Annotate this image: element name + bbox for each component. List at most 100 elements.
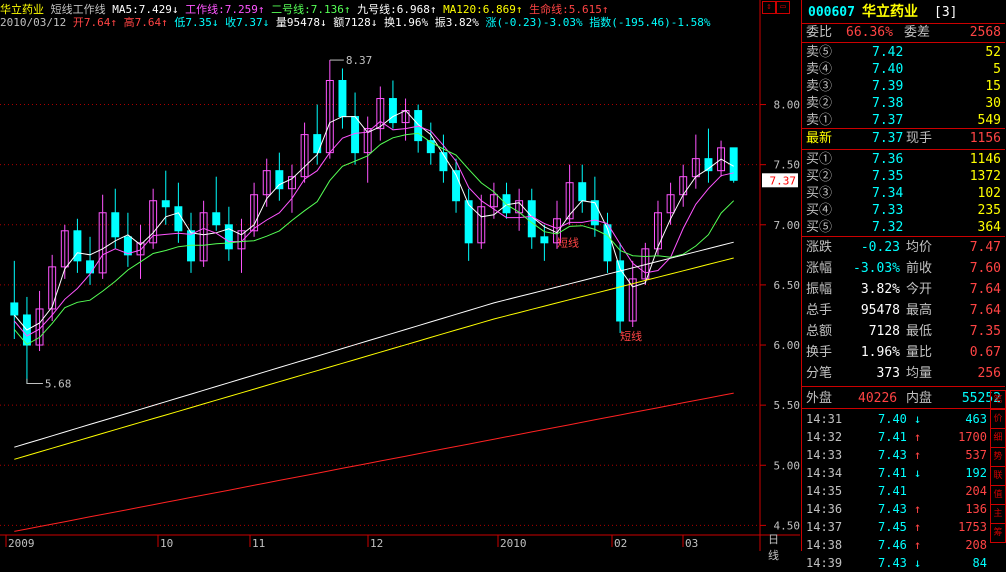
quote-panel: 000607 华立药业 [3] 委比 66.36% 委差 2568 卖⑤ 7.42… — [801, 0, 1006, 570]
outer-inner-row: 外盘 40226 内盘 55252 — [806, 391, 1001, 406]
tick-price: 7.41 — [878, 430, 907, 444]
arrow-down-icon: ↓ — [914, 556, 922, 570]
stat-label: 分笔 — [806, 366, 833, 381]
arrow-up-icon: ↑ — [914, 538, 922, 552]
side-button[interactable]: 细 — [990, 428, 1006, 448]
tick-row: 14:31 7.40 ↓ 463 — [802, 410, 1005, 428]
tick-volume: 204 — [965, 484, 987, 498]
x-tick-label: 11 — [252, 537, 265, 550]
y-tick-label: 7.50 — [774, 159, 801, 172]
stat-label: 均价 — [906, 240, 933, 255]
tick-row: 14:38 7.46 ↑ 208 — [802, 536, 1005, 554]
stat-row: 分笔 373 均量 256 — [802, 363, 1005, 384]
tick-price: 7.41 — [878, 484, 907, 498]
candle-body — [729, 147, 738, 181]
stock-name: 华立药业 — [862, 4, 918, 20]
stat-label: 振幅 — [806, 282, 833, 297]
y-tick-label: 5.50 — [774, 399, 801, 412]
side-button[interactable]: 笔 — [990, 390, 1006, 410]
period-label[interactable]: 日线 — [768, 531, 779, 563]
side-button[interactable]: 筹 — [990, 523, 1006, 543]
header-open: 开7.64↑ — [72, 16, 117, 29]
tick-price: 7.43 — [878, 448, 907, 462]
stat-label: 涨幅 — [806, 261, 833, 276]
tick-price: 7.41 — [878, 466, 907, 480]
stat-label: 量比 — [906, 345, 933, 360]
stat-value: -0.23 — [860, 240, 900, 255]
x-tick-label: 02 — [614, 537, 627, 550]
candle-body — [414, 110, 423, 142]
header-change: 涨(-0.23)-3.03% — [485, 16, 583, 29]
tick-time: 14:37 — [806, 520, 843, 534]
x-tick-label: 2010 — [500, 537, 527, 550]
header-low: 低7.35↓ — [174, 16, 219, 29]
stat-row: 涨跌 -0.23 均价 7.47 — [802, 237, 1005, 258]
y-tick-label: 6.00 — [774, 339, 801, 352]
stat-value: 7.47 — [969, 240, 1001, 255]
life-line — [14, 392, 734, 532]
arrow-up-icon: ↑ — [914, 430, 922, 444]
stat-value: 7.35 — [969, 324, 1001, 339]
side-button[interactable]: 价 — [990, 409, 1006, 429]
side-button[interactable]: 值 — [990, 485, 1006, 505]
tick-time: 14:31 — [806, 412, 843, 426]
work-line — [13, 120, 734, 337]
candle-body — [161, 200, 170, 208]
window-restore-icon[interactable]: ▭ — [776, 1, 790, 14]
stat-label: 总额 — [806, 324, 833, 339]
stat-label: 换手 — [806, 345, 833, 360]
tick-price: 7.46 — [878, 538, 907, 552]
arrow-down-icon: ↓ — [914, 412, 922, 426]
stat-row: 换手 1.96% 量比 0.67 — [802, 342, 1005, 363]
stock-bracket: [3] — [934, 5, 958, 20]
header-amount: 额7128↓ — [333, 16, 378, 29]
tick-volume: 192 — [965, 466, 987, 480]
stat-label: 总手 — [806, 303, 833, 318]
header-index-change: 指数(-195.46)-1.58% — [589, 16, 711, 29]
current-price-tag-label: 7.37 — [770, 174, 797, 187]
arrow-up-icon: ↑ — [914, 502, 922, 516]
y-tick-label: 8.00 — [774, 99, 801, 112]
arrow-down-icon: ↓ — [914, 466, 922, 480]
arrow-up-icon: ↑ — [914, 448, 922, 462]
line9 — [14, 241, 734, 448]
candle-body — [275, 170, 284, 190]
header-turnover: 换1.96% — [383, 16, 429, 29]
candle-body — [578, 182, 587, 202]
bid-row: 买⑤ 7.32 364 — [802, 217, 1005, 238]
stat-value: 373 — [876, 366, 900, 381]
ma120-line — [14, 257, 734, 460]
stat-label: 今开 — [906, 282, 933, 297]
x-tick-label: 12 — [370, 537, 383, 550]
price-info-header: 2010/03/12 开7.64↑ 高7.64↑ 低7.35↓ 收7.37↓ 量… — [0, 14, 711, 30]
tick-volume: 208 — [965, 538, 987, 552]
side-button[interactable]: 势 — [990, 447, 1006, 467]
candle-body — [502, 194, 511, 214]
candle-body — [174, 206, 183, 232]
min-annotation-line — [26, 378, 43, 384]
tick-row: 14:36 7.43 ↑ 136 — [802, 500, 1005, 518]
stat-value: 256 — [977, 366, 1001, 381]
weibi-row: 委比 66.36% 委差 2568 — [806, 25, 1001, 40]
side-button[interactable]: 联 — [990, 466, 1006, 486]
stat-value: 7.64 — [969, 303, 1001, 318]
stat-value: 95478 — [860, 303, 900, 318]
tick-time: 14:32 — [806, 430, 843, 444]
kline-chart-area[interactable]: 8.00 7.50 7.00 6.50 6.00 5.50 5.00 4.50 8.37 5.68… — [0, 0, 800, 562]
y-tick-label: 6.50 — [774, 279, 801, 292]
latest-row: 最新 7.37 现手 1156 — [806, 131, 1001, 146]
y-tick-label: 7.00 — [774, 219, 801, 232]
tick-volume: 136 — [965, 502, 987, 516]
x-tick-label: 03 — [685, 537, 698, 550]
tick-price: 7.45 — [878, 520, 907, 534]
candle-body — [313, 134, 322, 154]
kline-chart[interactable]: 8.007.507.006.506.005.505.004.508.375.68… — [0, 0, 800, 551]
header-high: 高7.64↑ — [123, 16, 168, 29]
tick-price: 7.43 — [878, 556, 907, 570]
up-down-icon[interactable]: ⇕ — [762, 1, 776, 14]
candle-body — [338, 80, 347, 118]
min-annotation: 5.68 — [45, 378, 71, 391]
stat-label: 最高 — [906, 303, 933, 318]
side-button[interactable]: 主 — [990, 504, 1006, 524]
x-tick-label: 2009 — [8, 537, 35, 550]
